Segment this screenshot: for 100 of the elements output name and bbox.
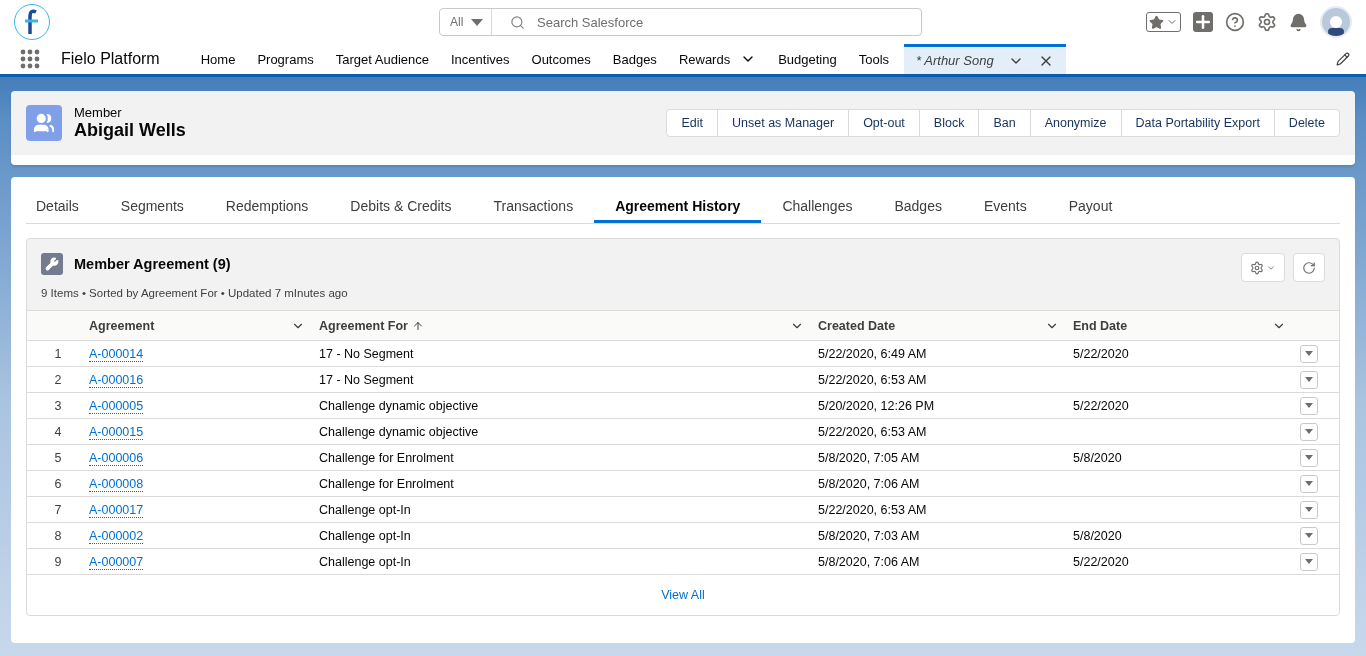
row-number: 4 [53,424,63,439]
tab[interactable]: Badges [873,177,963,223]
action-button[interactable]: Ban [978,109,1031,137]
record-name: Abigail Wells [74,120,186,141]
table-cell: Challenge for Enrolment [319,450,454,465]
tab[interactable]: Events [962,177,1048,223]
row-menu-button[interactable] [1300,448,1318,467]
gear-icon [1250,260,1264,275]
scope-dropdown[interactable]: All [440,9,492,35]
row-menu-button[interactable] [1300,552,1318,571]
record-link[interactable]: A-000008 [89,476,144,492]
table-cell: 5/20/2020, 12:26 PM [818,398,935,413]
app-launcher-icon[interactable] [20,49,40,69]
table-cell: 5/22/2020 [1073,346,1129,361]
tab[interactable]: Details [26,177,100,223]
action-button[interactable]: Unset as Manager [717,109,850,137]
table-cell: 5/22/2020, 6:49 AM [818,346,927,361]
nav-item[interactable]: Incentives [440,44,521,74]
star-icon [1149,14,1164,30]
tab[interactable]: Debits & Credits [329,177,473,223]
row-menu-button[interactable] [1300,474,1318,493]
row-number: 7 [53,502,63,517]
row-menu-button[interactable] [1300,344,1318,363]
nav-item[interactable]: Rewards [667,44,768,74]
refresh-button[interactable] [1293,253,1325,282]
list-title: Member Agreement (9) [74,256,232,272]
nav-item[interactable]: Home [189,44,247,74]
tab[interactable]: Payout [1047,177,1134,223]
action-button[interactable]: Delete [1273,109,1340,137]
add-icon[interactable] [1193,12,1213,32]
tab[interactable]: Segments [99,177,205,223]
table-cell: Challenge opt-In [319,502,411,517]
tab[interactable]: Transactions [472,177,595,223]
table-cell: 5/22/2020 [1073,554,1129,569]
tab[interactable]: Redemptions [204,177,330,223]
record-link[interactable]: A-000016 [89,372,144,388]
action-button[interactable]: Data Portability Export [1120,109,1275,137]
table-cell: 5/8/2020, 7:05 AM [818,450,920,465]
action-button[interactable]: Anonymize [1029,109,1122,137]
nav-item[interactable]: Badges [601,44,668,74]
settings-icon[interactable] [1257,12,1277,32]
row-menu-button[interactable] [1300,370,1318,389]
record-link[interactable]: A-000005 [89,398,144,414]
table-cell: 5/8/2020 [1073,450,1122,465]
view-all-link[interactable]: View All [661,588,705,602]
table-cell: 5/22/2020, 6:53 AM [818,502,927,517]
table-cell: 5/22/2020 [1073,398,1129,413]
column-header[interactable]: End Date [1073,310,1300,341]
column-header[interactable]: Created Date [818,310,1073,341]
record-link[interactable]: A-000015 [89,424,144,440]
app-name: Fielo Platform [61,50,160,68]
row-menu-button[interactable] [1300,526,1318,545]
row-number: 3 [53,398,63,413]
table-cell: 5/22/2020, 6:53 AM [818,424,927,439]
table-cell: 17 - No Segment [319,346,414,361]
nav-item[interactable]: Target Audience [324,44,440,74]
record-link[interactable]: A-000006 [89,450,144,466]
nav-item[interactable]: Programs [246,44,325,74]
nav-item[interactable]: Outcomes [520,44,602,74]
row-menu-button[interactable] [1300,396,1318,415]
action-button[interactable]: Edit [666,109,718,137]
row-menu-button[interactable] [1300,422,1318,441]
row-number: 5 [53,450,63,465]
record-type: Member [74,105,123,120]
wrench-icon [41,253,63,275]
row-menu-button[interactable] [1300,500,1318,519]
row-number: 8 [53,528,63,543]
table-cell: Challenge dynamic objective [319,398,479,413]
list-meta: 9 Items • Sorted by Agreement For • Updated 7 mInutes ago [41,287,348,299]
bell-icon[interactable] [1289,12,1308,32]
nav-item[interactable]: Budgeting [767,44,848,74]
record-link[interactable]: A-000017 [89,502,144,518]
row-number: 1 [53,346,63,361]
table-cell: Challenge opt-In [319,528,411,543]
search-field[interactable]: All Search Salesforce [439,8,922,36]
tab[interactable]: Agreement History [594,177,762,223]
column-header[interactable]: Agreement For [319,310,818,341]
record-tab[interactable]: * Arthur Song [904,44,1066,74]
table-cell: 5/8/2020, 7:06 AM [818,554,920,569]
avatar[interactable] [1320,6,1352,38]
table-cell: Challenge opt-In [319,554,411,569]
search-icon [510,14,525,30]
tab[interactable]: Challenges [761,177,874,223]
row-number: 6 [53,476,63,491]
row-number: 9 [53,554,63,569]
record-link[interactable]: A-000007 [89,554,144,570]
settings-button[interactable] [1241,253,1285,282]
action-button[interactable]: Block [918,109,980,137]
help-icon[interactable] [1225,12,1245,32]
table-cell: 5/8/2020, 7:06 AM [818,476,920,491]
table-cell: 5/8/2020, 7:03 AM [818,528,920,543]
favorites-button[interactable] [1146,12,1181,32]
edit-icon[interactable] [1336,52,1350,66]
table-cell: 17 - No Segment [319,372,414,387]
table-cell: 5/8/2020 [1073,528,1122,543]
action-button[interactable]: Opt-out [848,109,920,137]
record-link[interactable]: A-000002 [89,528,144,544]
nav-item[interactable]: Tools [847,44,901,74]
record-link[interactable]: A-000014 [89,346,144,362]
column-header[interactable]: Agreement [89,310,319,341]
